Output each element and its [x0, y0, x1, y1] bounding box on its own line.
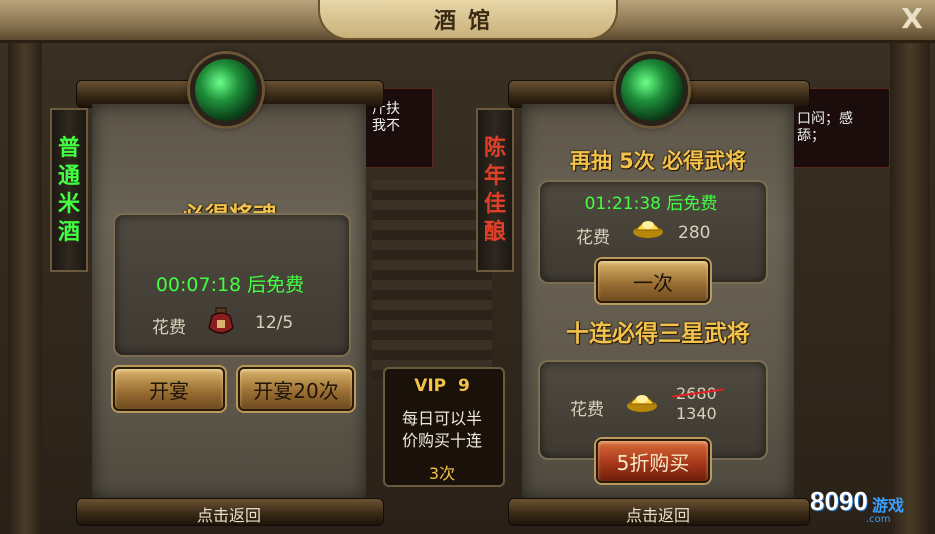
- close-button[interactable]: X: [893, 2, 931, 35]
- left-free-timer: 00:07:18 后免费: [155, 274, 305, 296]
- banner-char: 酒: [57, 219, 80, 245]
- side-notice-line: 舔；: [797, 128, 825, 144]
- right-cost-value: 280: [678, 223, 711, 243]
- ten-new-price: 1340: [676, 404, 717, 423]
- right-heading-text: 再抽 5次 必得武将: [569, 149, 747, 173]
- left-back-link[interactable]: 点击返回: [76, 502, 382, 526]
- right-back-link[interactable]: 点击返回: [508, 502, 808, 526]
- left-cost-value: 12/5: [255, 313, 294, 333]
- background-pillar: [890, 40, 930, 534]
- banner-aged-wine[interactable]: 陈 年 佳 酿: [476, 108, 514, 272]
- gold-ingot-icon: [632, 216, 664, 242]
- right-heading: 再抽 5次 必得武将: [522, 145, 794, 175]
- banner-char: 佳: [483, 191, 506, 217]
- banner-char: 年: [483, 163, 506, 189]
- vip-line-1: 每日可以半: [401, 409, 482, 428]
- banner-ordinary-wine[interactable]: 普 通 米 酒: [50, 108, 88, 272]
- open-feast-button[interactable]: 开宴: [113, 367, 225, 411]
- right-free-timer: 01:21:38 后免费: [584, 194, 718, 214]
- banner-char: 米: [57, 191, 80, 217]
- background-stair: [372, 180, 492, 380]
- vip-line-2: 价购买十连: [401, 431, 482, 450]
- discount-buy-button[interactable]: 5折购买: [596, 439, 710, 483]
- ten-cost-label: 花费: [570, 400, 604, 420]
- side-notice-line: 我不: [372, 118, 400, 134]
- left-cost-label: 花费: [152, 318, 186, 338]
- jade-orb-icon: [190, 54, 262, 126]
- gold-ingot-icon: [626, 390, 658, 416]
- wine-jar-icon: [206, 306, 236, 338]
- right-cost-label: 花费: [576, 228, 610, 248]
- banner-char: 酿: [483, 219, 506, 245]
- open-feast-20-button[interactable]: 开宴20次: [238, 367, 354, 411]
- side-notice-line: 口闷；感: [797, 111, 853, 127]
- watermark-domain: .com: [866, 514, 891, 525]
- background-pillar: [8, 40, 42, 534]
- watermark-digits: 8090: [810, 486, 868, 516]
- vip-count: 3次: [428, 464, 456, 483]
- draw-once-button[interactable]: 一次: [596, 259, 710, 303]
- watermark-logo: 8090 游戏 .com: [810, 486, 928, 530]
- ten-draw-heading: 十连必得三星武将: [566, 321, 750, 347]
- window-title: 酒馆: [318, 0, 618, 40]
- banner-char: 普: [57, 135, 80, 161]
- vip-title: VIP 9: [414, 376, 470, 396]
- banner-char: 通: [57, 163, 80, 189]
- watermark-sub: 游戏: [872, 496, 905, 515]
- jade-orb-icon: [616, 54, 688, 126]
- banner-char: 陈: [483, 135, 506, 161]
